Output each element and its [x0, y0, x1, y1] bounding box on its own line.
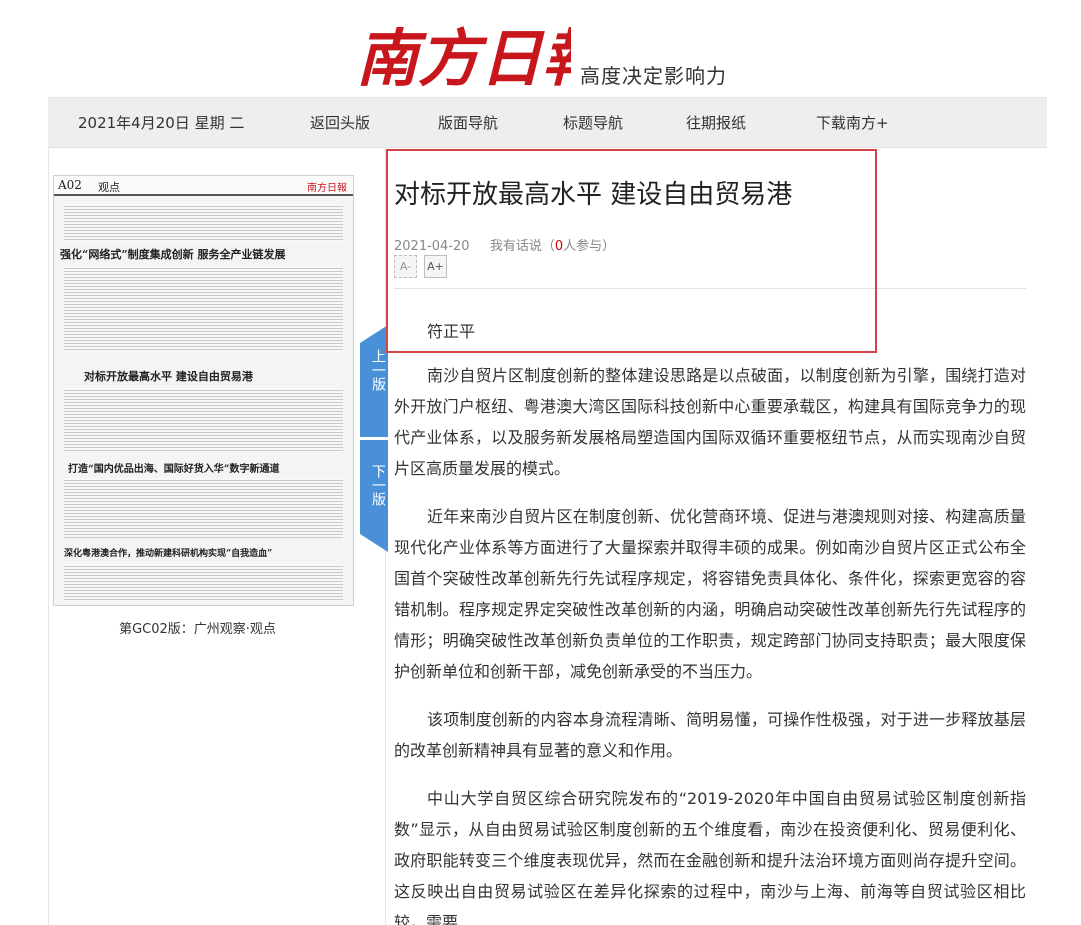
- page-preview-column: A02 观点 南方日報 强化“网络式”制度集成创新 服务全产业链发展 对标开放最…: [48, 148, 386, 925]
- page-caption[interactable]: 第GC02版：广州观察·观点: [49, 618, 346, 637]
- thumbnail-text-block: [64, 388, 343, 452]
- thumbnail-mini-logo: 南方日報: [307, 183, 347, 194]
- comment-count: 0: [554, 239, 564, 254]
- thumbnail-headline: 强化“网络式”制度集成创新 服务全产业链发展: [60, 248, 286, 261]
- previous-page-tab[interactable]: 上一版: [360, 325, 388, 437]
- next-page-tab[interactable]: 下一版: [360, 440, 388, 552]
- previous-page-label: 上一版: [370, 349, 386, 391]
- thumbnail-text-block: [64, 478, 343, 538]
- comment-suffix: 人参与）: [563, 239, 616, 254]
- masthead-slogan: 高度决定影响力: [580, 64, 727, 88]
- page-thumbnail[interactable]: A02 观点 南方日報 强化“网络式”制度集成创新 服务全产业链发展 对标开放最…: [53, 175, 354, 606]
- thumbnail-page-header: A02 观点 南方日報: [54, 176, 353, 196]
- font-larger-label: A+: [427, 260, 444, 273]
- article-paragraph: 近年来南沙自贸片区在制度创新、优化营商环境、促进与港澳规则对接、构建高质量现代化…: [394, 507, 1026, 681]
- nav-download-app[interactable]: 下载南方+: [816, 98, 889, 148]
- thumbnail-headline: 打造“国内优品出海、国际好货入华”数字新通道: [68, 464, 280, 475]
- decrease-font-button[interactable]: A-: [394, 255, 417, 278]
- nav-headline-navigation[interactable]: 标题导航: [563, 98, 623, 148]
- increase-font-button[interactable]: A+: [424, 255, 447, 278]
- article-body: 南沙自贸片区制度创新的整体建设思路是以点破面，以制度创新为引擎，围绕打造对外开放…: [394, 360, 1026, 925]
- newspaper-logo[interactable]: 南方日報: [356, 14, 571, 92]
- thumbnail-text-block: [64, 564, 343, 602]
- header-divider: [394, 288, 1026, 289]
- article-paragraph: 该项制度创新的内容本身流程清晰、简明易懂，可操作性极强，对于进一步释放基层的改革…: [394, 710, 1026, 760]
- article-author: 符正平: [427, 322, 476, 341]
- thumbnail-headline: 对标开放最高水平 建设自由贸易港: [84, 370, 253, 383]
- article-title: 对标开放最高水平 建设自由贸易港: [394, 180, 793, 210]
- article-meta: 2021-04-20 我有话说（0人参与）: [394, 235, 615, 254]
- logo-text: 南方日報: [356, 22, 571, 92]
- thumbnail-page-tag: A02: [58, 178, 82, 192]
- nav-page-navigation[interactable]: 版面导航: [438, 98, 498, 148]
- thumbnail-page-name: 观点: [98, 181, 120, 194]
- thumbnail-text-block: [64, 204, 343, 242]
- top-nav-bar: 2021年4月20日 星期 二 返回头版 版面导航 标题导航 往期报纸 下载南方…: [48, 97, 1047, 148]
- font-smaller-label: A-: [399, 260, 412, 273]
- article-paragraph: 南沙自贸片区制度创新的整体建设思路是以点破面，以制度创新为引擎，围绕打造对外开放…: [394, 366, 1026, 478]
- comment-prefix: 我有话说（: [489, 239, 555, 254]
- nav-past-issues[interactable]: 往期报纸: [686, 98, 746, 148]
- article-paragraph: 中山大学自贸区综合研究院发布的“2019-2020年中国自由贸易试验区制度创新指…: [394, 789, 1026, 925]
- nav-back-to-front-page[interactable]: 返回头版: [310, 98, 370, 148]
- masthead: 南方日報 高度决定影响力: [0, 0, 1081, 97]
- thumbnail-text-block: [64, 266, 343, 352]
- next-page-label: 下一版: [370, 464, 386, 506]
- thumbnail-headline: 深化粤港澳合作，推动新建科研机构实现“自我造血”: [64, 549, 273, 559]
- comment-link[interactable]: 我有话说（0人参与）: [490, 239, 615, 254]
- article-date: 2021-04-20: [394, 239, 470, 254]
- issue-date: 2021年4月20日 星期 二: [78, 114, 245, 132]
